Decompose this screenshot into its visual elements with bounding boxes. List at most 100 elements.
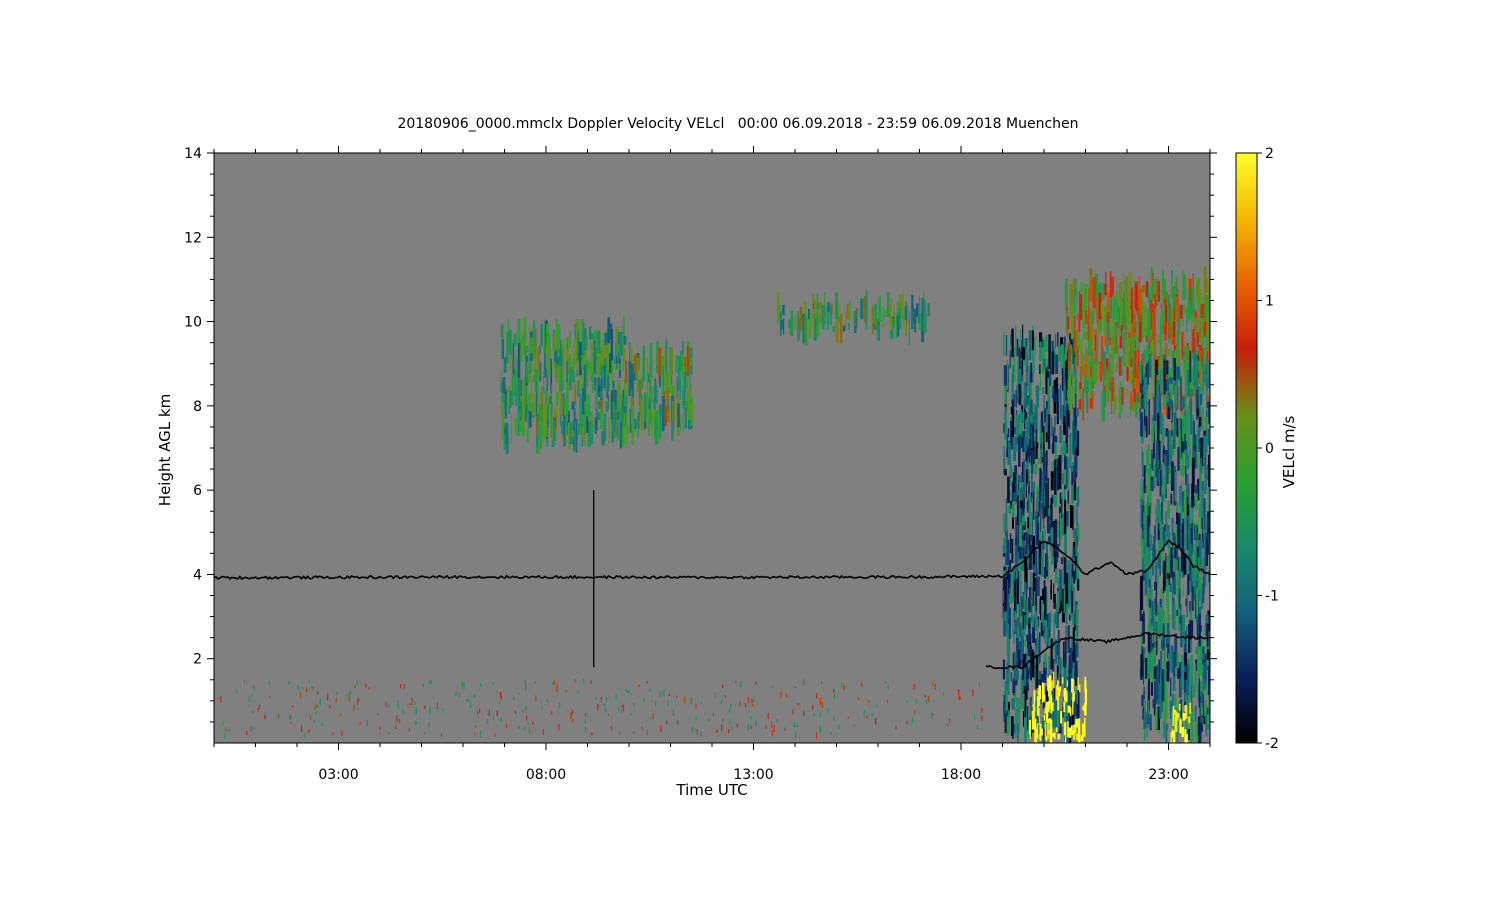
velocity-cell bbox=[1166, 623, 1170, 644]
velocity-cell bbox=[1057, 734, 1061, 740]
velocity-cell bbox=[1163, 560, 1166, 592]
clutter-cell bbox=[430, 679, 432, 685]
velocity-cell bbox=[1057, 635, 1059, 667]
clutter-cell bbox=[332, 732, 334, 736]
velocity-cell bbox=[846, 303, 849, 319]
velocity-cell bbox=[1155, 707, 1158, 729]
velocity-cell bbox=[638, 411, 640, 429]
clutter-cell bbox=[365, 683, 367, 689]
clutter-cell bbox=[541, 706, 543, 711]
velocity-cell bbox=[1177, 298, 1179, 306]
velocity-cell bbox=[1138, 275, 1141, 308]
velocity-cell bbox=[550, 384, 552, 402]
velocity-cell bbox=[1044, 567, 1047, 579]
clutter-cell bbox=[500, 717, 502, 722]
velocity-cell bbox=[893, 304, 895, 314]
clutter-cell bbox=[871, 713, 873, 717]
velocity-cell bbox=[685, 374, 688, 388]
velocity-cell bbox=[1071, 577, 1073, 592]
velocity-cell bbox=[1173, 358, 1176, 381]
velocity-cell bbox=[1064, 346, 1067, 360]
clutter-cell bbox=[301, 725, 303, 732]
velocity-cell bbox=[878, 296, 881, 322]
velocity-cell bbox=[593, 347, 597, 374]
velocity-cell bbox=[1180, 370, 1182, 379]
clutter-cell bbox=[958, 689, 960, 696]
velocity-cell bbox=[873, 304, 876, 324]
clutter-cell bbox=[784, 727, 786, 731]
velocity-cell bbox=[827, 302, 830, 312]
velocity-cell bbox=[1154, 359, 1159, 375]
velocity-cell bbox=[665, 339, 667, 372]
velocity-cell bbox=[1206, 315, 1210, 349]
velocity-cell bbox=[625, 361, 628, 384]
velocity-cell bbox=[1147, 699, 1149, 728]
velocity-cell bbox=[1194, 524, 1196, 541]
clutter-cell bbox=[290, 721, 292, 725]
velocity-cell bbox=[591, 371, 594, 394]
velocity-cell bbox=[1052, 733, 1056, 738]
plot-background bbox=[214, 153, 1210, 743]
colorbar-tick-label: 2 bbox=[1265, 146, 1274, 162]
clutter-cell bbox=[841, 682, 843, 687]
velocity-cell bbox=[1031, 651, 1035, 678]
clutter-cell bbox=[812, 705, 814, 710]
velocity-cell bbox=[1074, 548, 1077, 557]
velocity-cell bbox=[1058, 686, 1061, 692]
velocity-cell bbox=[1020, 596, 1023, 617]
clutter-cell bbox=[385, 701, 387, 708]
clutter-cell bbox=[218, 696, 220, 699]
clutter-cell bbox=[505, 723, 508, 728]
velocity-cell bbox=[1007, 476, 1010, 504]
velocity-cell bbox=[1192, 329, 1195, 354]
velocity-cell bbox=[1061, 435, 1064, 462]
clutter-cell bbox=[488, 709, 490, 717]
velocity-cell bbox=[1140, 398, 1144, 409]
velocity-cell bbox=[682, 384, 684, 406]
velocity-cell bbox=[587, 396, 590, 419]
velocity-cell bbox=[1052, 426, 1056, 434]
clutter-cell bbox=[306, 687, 308, 692]
clutter-cell bbox=[524, 683, 527, 691]
velocity-cell bbox=[1047, 377, 1050, 395]
velocity-cell bbox=[884, 309, 887, 318]
velocity-cell bbox=[1162, 625, 1165, 649]
velocity-cell bbox=[1183, 489, 1187, 516]
velocity-cell bbox=[1173, 576, 1176, 595]
velocity-cell bbox=[1190, 388, 1194, 396]
clutter-cell bbox=[528, 727, 531, 735]
velocity-cell bbox=[1043, 395, 1045, 425]
velocity-cell bbox=[1029, 513, 1032, 535]
velocity-cell bbox=[1170, 654, 1172, 672]
velocity-cell bbox=[1178, 704, 1181, 711]
clutter-cell bbox=[730, 703, 732, 708]
clutter-cell bbox=[868, 700, 870, 703]
velocity-cell bbox=[1200, 518, 1202, 529]
clutter-cell bbox=[436, 702, 439, 709]
velocity-cell bbox=[1148, 709, 1150, 718]
velocity-cell bbox=[1176, 346, 1180, 365]
velocity-cell bbox=[1185, 598, 1188, 607]
clutter-cell bbox=[615, 694, 617, 701]
velocity-cell bbox=[1196, 587, 1199, 616]
velocity-cell bbox=[1003, 332, 1005, 356]
velocity-cell bbox=[1037, 723, 1039, 739]
velocity-cell bbox=[517, 407, 520, 437]
velocity-cell bbox=[1026, 347, 1028, 366]
velocity-cell bbox=[799, 306, 803, 331]
velocity-cell bbox=[1042, 613, 1044, 632]
velocity-cell bbox=[1120, 356, 1123, 370]
velocity-cell bbox=[1061, 727, 1063, 735]
velocity-cell bbox=[617, 332, 620, 344]
velocity-cell bbox=[1206, 649, 1209, 661]
velocity-cell bbox=[1119, 294, 1123, 326]
clutter-cell bbox=[396, 715, 398, 722]
velocity-cell bbox=[882, 306, 884, 327]
clutter-cell bbox=[695, 703, 697, 710]
velocity-cell bbox=[1179, 486, 1181, 508]
velocity-cell bbox=[1167, 349, 1171, 357]
velocity-cell bbox=[1082, 363, 1086, 376]
velocity-cell bbox=[839, 314, 843, 344]
velocity-cell bbox=[1024, 581, 1027, 591]
clutter-cell bbox=[496, 710, 498, 717]
